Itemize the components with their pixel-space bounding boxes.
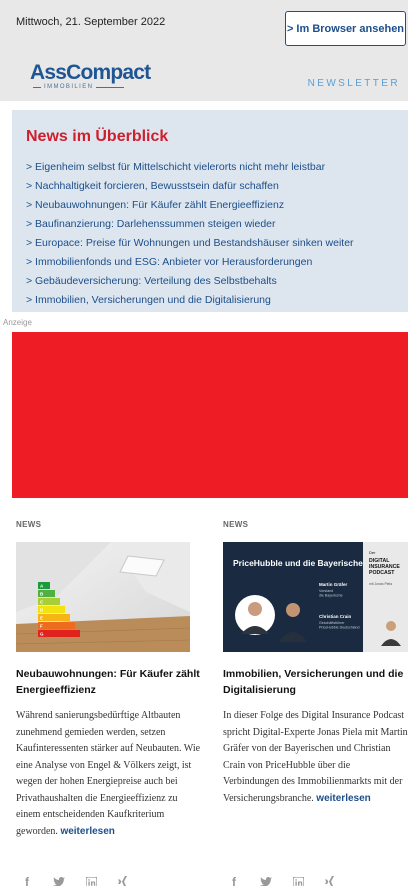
xing-icon[interactable]	[324, 876, 336, 886]
energy-class-label: F	[40, 624, 43, 629]
overview-title: News im Überblick	[26, 128, 169, 145]
article-teaser-text: Während sanierungsbedürftige Altbauten z…	[16, 710, 201, 837]
energy-class-label: E	[40, 616, 43, 621]
overview-link[interactable]: > Gebäudeversicherung: Verteilung des Se…	[26, 272, 354, 291]
overview-link[interactable]: > Nachhaltigkeit forcieren, Bewusstsein …	[26, 177, 354, 196]
twitter-icon[interactable]	[260, 876, 272, 886]
asscompact-logo[interactable]: AssCompact IMMOBILIEN	[30, 61, 151, 91]
ad-label: Anzeige	[3, 318, 32, 327]
share-bar: f	[21, 875, 129, 886]
article-card: NEWS PriceHubble und die Bayerische Mart…	[223, 520, 408, 807]
article-card: NEWS A B C D E F G Neubauwohnungen: Für …	[16, 520, 204, 840]
article-tag: NEWS	[223, 520, 249, 529]
facebook-icon[interactable]: f	[228, 875, 240, 886]
article-title[interactable]: Immobilien, Versicherungen und die Digit…	[223, 666, 408, 698]
article-tag: NEWS	[16, 520, 42, 529]
overview-link[interactable]: > Immobilien, Versicherungen und die Dig…	[26, 291, 354, 310]
issue-date: Mittwoch, 21. September 2022	[16, 16, 166, 28]
read-more-link[interactable]: weiterlesen	[316, 793, 370, 804]
ad-banner[interactable]	[12, 332, 408, 498]
read-more-link[interactable]: weiterlesen	[60, 826, 114, 837]
news-overview-box: News im Überblick > Eigenheim selbst für…	[12, 110, 408, 312]
overview-link[interactable]: > Neubauwohnungen: Für Käufer zählt Ener…	[26, 196, 354, 215]
article-teaser: Während sanierungsbedürftige Altbauten z…	[16, 708, 204, 840]
p2name-text: Christian Crain	[319, 614, 352, 619]
linkedin-icon[interactable]	[85, 876, 97, 886]
facebook-icon[interactable]: f	[21, 875, 33, 886]
article-teaser-text: In dieser Folge des Digital Insurance Po…	[223, 710, 408, 804]
overview-link[interactable]: > Europace: Preise für Wohnungen und Bes…	[26, 234, 354, 253]
podHost-text: mit Jonas Piela	[369, 582, 392, 586]
twitter-icon[interactable]	[53, 876, 65, 886]
article-teaser: In dieser Folge des Digital Insurance Po…	[223, 708, 408, 807]
overview-link[interactable]: > Eigenheim selbst für Mittelschicht vie…	[26, 158, 354, 177]
article-image-podcast[interactable]: PriceHubble und die Bayerische Martin Gr…	[223, 542, 408, 652]
p1name-text: Martin Gräfer	[319, 582, 348, 587]
overview-link[interactable]: > Immobilienfonds und ESG: Anbieter vor …	[26, 253, 354, 272]
linkedin-icon[interactable]	[292, 876, 304, 886]
article-title[interactable]: Neubauwohnungen: Für Käufer zählt Energi…	[16, 666, 204, 698]
overview-list: > Eigenheim selbst für Mittelschicht vie…	[26, 158, 354, 310]
share-bar: f	[228, 875, 336, 886]
view-in-browser-button[interactable]: > Im Browser ansehen	[285, 11, 406, 46]
newsletter-label: NEWSLETTER	[307, 78, 400, 89]
overview-link[interactable]: > Baufinanzierung: Darlehenssummen steig…	[26, 215, 354, 234]
podSmall-text: Der	[369, 550, 376, 555]
logo-sub-text: IMMOBILIEN	[44, 84, 94, 90]
header-bar: Mittwoch, 21. September 2022 > Im Browse…	[0, 0, 408, 101]
energy-class-label: G	[40, 632, 44, 637]
logo-wordmark: AssCompact	[30, 61, 151, 84]
article-image-energy[interactable]: A B C D E F G	[16, 542, 190, 652]
xing-icon[interactable]	[117, 876, 129, 886]
podHeadline-text: PriceHubble und die Bayerische	[233, 558, 363, 568]
logo-subline: IMMOBILIEN	[30, 84, 150, 90]
